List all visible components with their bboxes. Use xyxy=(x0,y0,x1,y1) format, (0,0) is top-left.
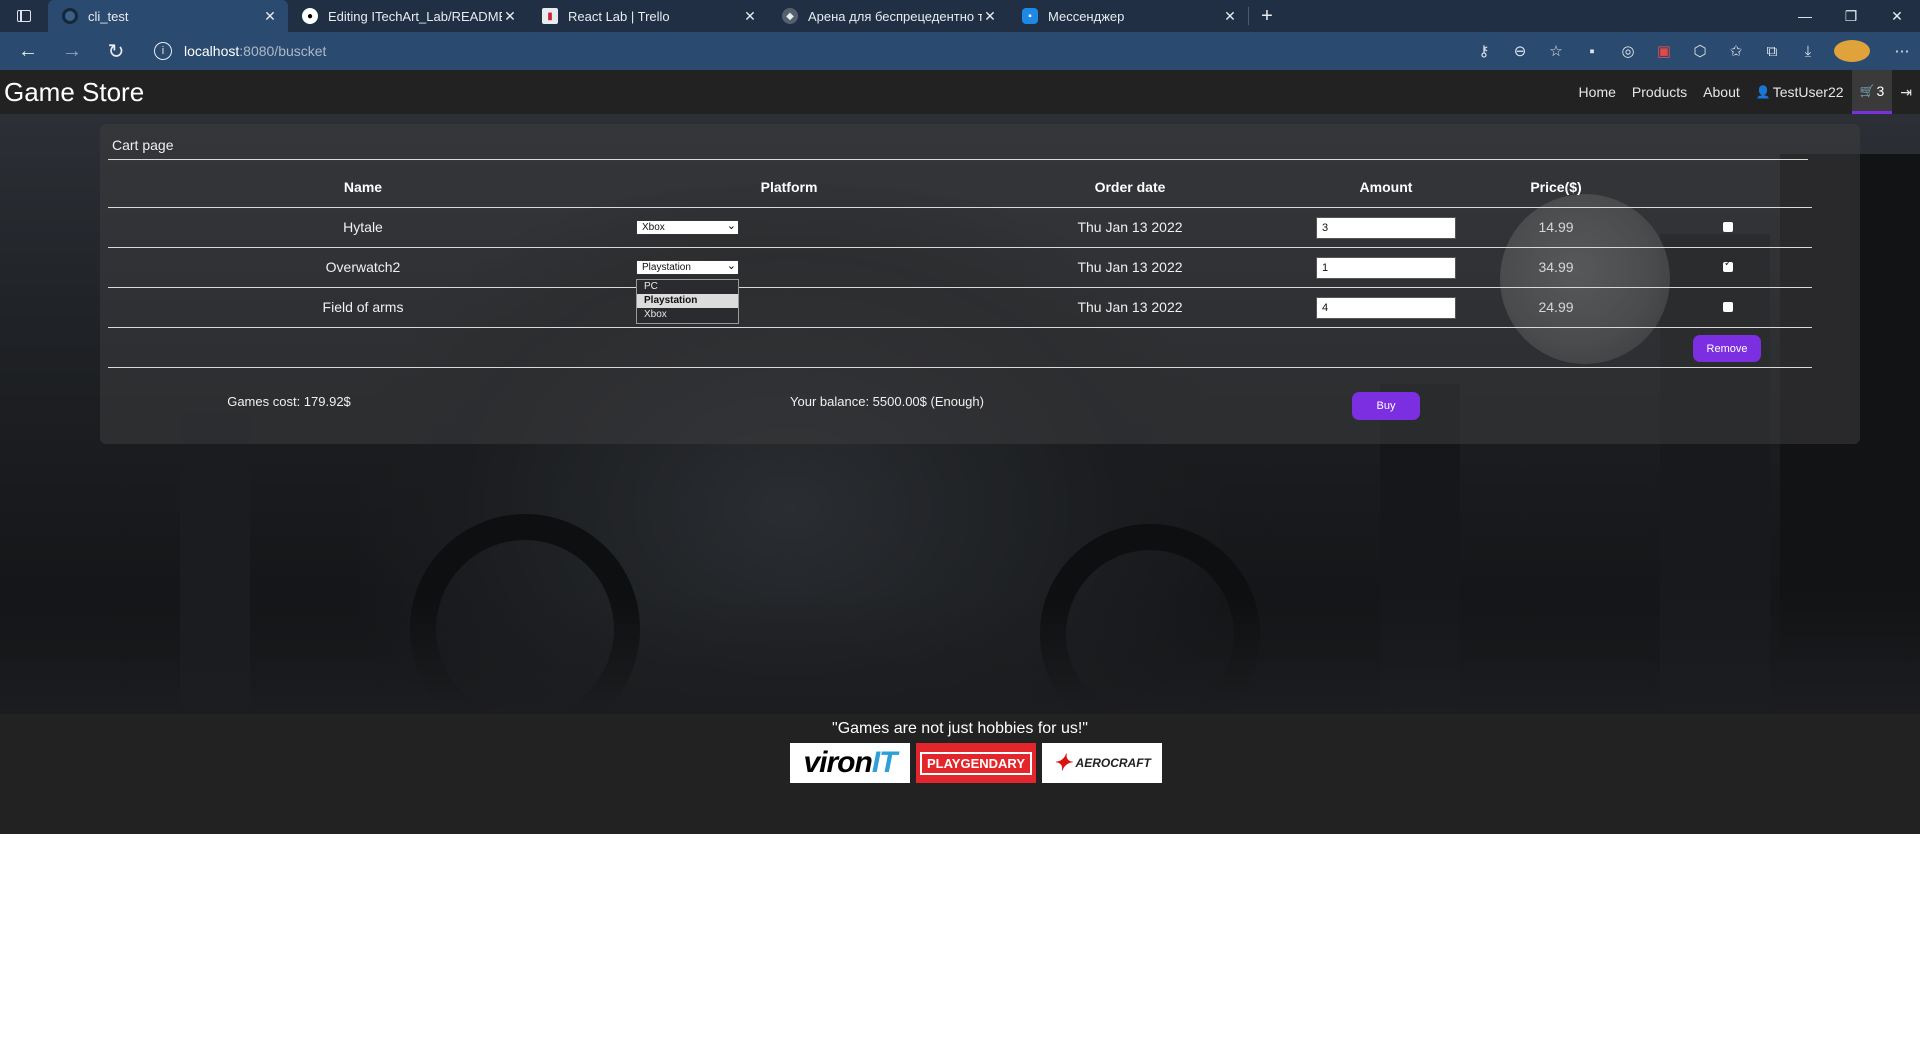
add-favorite-icon[interactable]: ☆ xyxy=(1538,42,1574,60)
site-navbar: Game Store Home Products About 👤 TestUser… xyxy=(0,70,1920,114)
header-name: Name xyxy=(343,179,383,195)
close-tab-icon[interactable]: ✕ xyxy=(262,8,278,25)
platform-option-playstation[interactable]: Playstation xyxy=(637,294,738,308)
url-field[interactable]: i localhost:8080/buscket xyxy=(144,36,1424,66)
extension-red-icon[interactable]: ▣ xyxy=(1646,42,1682,60)
brand-logo[interactable]: Game Store xyxy=(0,77,144,108)
row-price: 24.99 xyxy=(1538,299,1574,315)
new-tab-icon[interactable]: + xyxy=(1249,5,1285,28)
forward-icon[interactable]: → xyxy=(50,40,94,63)
nav-about-link[interactable]: About xyxy=(1695,70,1748,114)
platform-select[interactable]: Playstation ⌄ xyxy=(636,260,739,275)
username: TestUser22 xyxy=(1772,84,1844,100)
close-tab-icon[interactable]: ✕ xyxy=(1222,8,1238,25)
browser-tab-cli-test[interactable]: cli_test ✕ xyxy=(48,0,288,32)
cart-icon: 🛒 xyxy=(1859,83,1875,98)
row-name: Hytale xyxy=(343,219,383,235)
road xyxy=(0,594,1920,714)
logout-link[interactable]: ⇥ xyxy=(1892,70,1920,114)
close-window-icon[interactable]: ✕ xyxy=(1874,8,1920,25)
platform-option-pc[interactable]: PC xyxy=(637,280,738,294)
footer-quote: "Games are not just hobbies for us!" xyxy=(832,720,1088,737)
divider xyxy=(108,247,1812,248)
row-select-checkbox[interactable] xyxy=(1723,258,1733,272)
address-bar: ← → ↻ i localhost:8080/buscket ⚷ ⊖ ☆ ▪ ◎… xyxy=(0,32,1920,70)
zoom-icon[interactable]: ⊖ xyxy=(1502,42,1538,60)
tab-actions-icon[interactable] xyxy=(0,0,48,32)
header-order-date: Order date xyxy=(1094,179,1166,195)
games-cost: Games cost: 179.92$ xyxy=(227,394,351,409)
page-title: Cart page xyxy=(112,137,174,153)
more-menu-icon[interactable]: ⋯ xyxy=(1884,42,1920,60)
back-icon[interactable]: ← xyxy=(6,40,50,63)
divider xyxy=(108,207,1812,208)
downloads-icon[interactable]: ⤓ xyxy=(1790,43,1826,60)
platform-select[interactable]: Xbox ⌄ xyxy=(636,220,739,235)
favorites-icon[interactable]: ✩ xyxy=(1718,42,1754,60)
amount-input[interactable]: 3 xyxy=(1316,217,1456,239)
close-tab-icon[interactable]: ✕ xyxy=(982,8,998,25)
collections-icon[interactable]: ⧉ xyxy=(1754,43,1790,60)
header-amount: Amount xyxy=(1359,179,1413,195)
nav-home-link[interactable]: Home xyxy=(1571,70,1624,114)
logout-icon: ⇥ xyxy=(1900,83,1912,100)
amount-input[interactable]: 4 xyxy=(1316,297,1456,319)
cart-count: 3 xyxy=(1876,82,1885,99)
aerocraft-logo: ✦ AEROCRAFT xyxy=(1042,743,1162,783)
row-select-checkbox[interactable] xyxy=(1723,302,1733,312)
messenger-icon: ▪ xyxy=(1022,8,1038,24)
github-icon: ● xyxy=(302,8,318,24)
extensions-puzzle-icon[interactable]: ⬡ xyxy=(1682,42,1718,60)
header-platform: Platform xyxy=(760,179,818,195)
nav-user-link[interactable]: 👤 TestUser22 xyxy=(1748,70,1852,114)
browser-tab-github[interactable]: ● Editing ITechArt_Lab/README.m ✕ xyxy=(288,0,528,32)
playgendary-logo: PLAYGENDARY xyxy=(916,743,1036,783)
chevron-down-icon: ⌄ xyxy=(726,260,736,272)
row-name: Overwatch2 xyxy=(325,259,401,275)
url-host: localhost xyxy=(184,43,240,59)
minimize-icon[interactable]: — xyxy=(1782,8,1828,25)
divider xyxy=(108,327,1812,328)
key-icon[interactable]: ⚷ xyxy=(1466,42,1502,60)
close-tab-icon[interactable]: ✕ xyxy=(502,8,518,25)
divider xyxy=(108,367,1812,368)
browser-tab-bar: cli_test ✕ ● Editing ITechArt_Lab/README… xyxy=(0,0,1920,32)
row-order-date: Thu Jan 13 2022 xyxy=(1077,259,1183,275)
row-price: 14.99 xyxy=(1538,219,1574,235)
platform-option-xbox[interactable]: Xbox xyxy=(637,308,738,322)
url-path: :8080/buscket xyxy=(239,43,327,59)
extension-icon[interactable]: ▪ xyxy=(1574,43,1610,60)
nav-cart-link[interactable]: 🛒 3 xyxy=(1851,70,1893,114)
close-tab-icon[interactable]: ✕ xyxy=(742,8,758,25)
row-name: Field of arms xyxy=(322,299,404,315)
reload-icon[interactable]: ↻ xyxy=(94,39,138,64)
divider xyxy=(108,159,1808,160)
row-price: 34.99 xyxy=(1538,259,1574,275)
divider xyxy=(108,287,1812,288)
shield-icon: ◆ xyxy=(782,8,798,24)
browser-tab-arena[interactable]: ◆ Арена для беспрецедентно то ✕ xyxy=(768,0,1008,32)
row-order-date: Thu Jan 13 2022 xyxy=(1077,299,1183,315)
row-select-checkbox[interactable] xyxy=(1723,222,1733,232)
browser-tab-messenger[interactable]: ▪ Мессенджер ✕ xyxy=(1008,0,1248,32)
nav-products-link[interactable]: Products xyxy=(1624,70,1695,114)
buy-button[interactable]: Buy xyxy=(1352,392,1420,420)
row-order-date: Thu Jan 13 2022 xyxy=(1077,219,1183,235)
browser-tab-trello[interactable]: ▮ React Lab | Trello ✕ xyxy=(528,0,768,32)
remove-button[interactable]: Remove xyxy=(1693,335,1761,362)
balance: Your balance: 5500.00$ (Enough) xyxy=(790,394,984,409)
profile-avatar[interactable] xyxy=(1834,40,1870,62)
app-icon xyxy=(62,8,78,24)
amount-input[interactable]: 1 xyxy=(1316,257,1456,279)
header-price: Price($) xyxy=(1530,179,1582,195)
extension-target-icon[interactable]: ◎ xyxy=(1610,42,1646,60)
platform-dropdown-list: PC Playstation Xbox xyxy=(636,279,739,324)
trello-icon: ▮ xyxy=(542,8,558,24)
user-icon: 👤 xyxy=(1755,85,1771,99)
chevron-down-icon: ⌄ xyxy=(726,220,736,232)
vironit-logo: viron IT xyxy=(790,743,910,783)
restore-icon[interactable]: ❐ xyxy=(1828,8,1874,25)
site-info-icon[interactable]: i xyxy=(154,42,172,60)
aerocraft-mark-icon: ✦ xyxy=(1053,750,1072,775)
